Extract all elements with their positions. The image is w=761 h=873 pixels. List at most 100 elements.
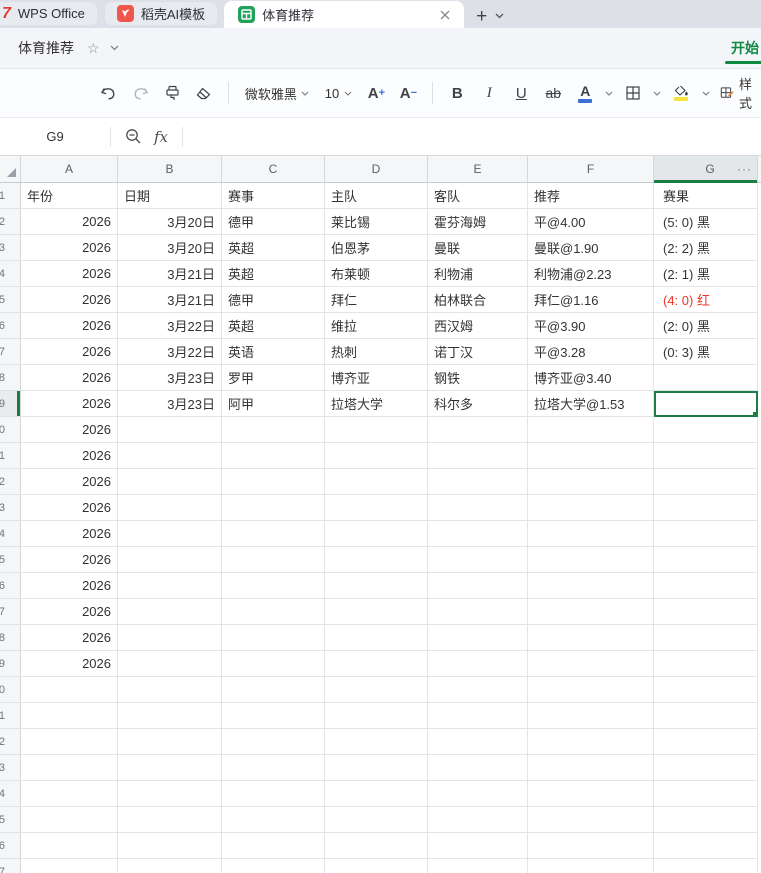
cell[interactable]: 主队 xyxy=(325,183,428,209)
cell[interactable]: (5: 0) 黑 xyxy=(654,209,758,235)
cell[interactable] xyxy=(428,547,528,573)
cell[interactable]: (0: 3) 黑 xyxy=(654,339,758,365)
cell[interactable] xyxy=(118,469,222,495)
cell[interactable] xyxy=(222,547,325,573)
undo-icon[interactable] xyxy=(94,78,122,108)
cell[interactable] xyxy=(21,807,118,833)
cell[interactable]: 英超 xyxy=(222,313,325,339)
cell[interactable] xyxy=(118,703,222,729)
cell[interactable] xyxy=(528,781,654,807)
cell[interactable] xyxy=(428,651,528,677)
cell[interactable]: 2026 xyxy=(21,209,118,235)
cell[interactable] xyxy=(654,859,758,873)
tab-wps-office[interactable]: 7 WPS Office xyxy=(0,2,97,25)
cell[interactable] xyxy=(118,625,222,651)
close-tab-icon[interactable] xyxy=(436,6,454,24)
font-color-chevron-icon[interactable] xyxy=(603,78,615,108)
cell[interactable] xyxy=(654,703,758,729)
cell[interactable] xyxy=(325,469,428,495)
cell[interactable]: 2026 xyxy=(21,651,118,677)
cell[interactable]: 拜仁@1.16 xyxy=(528,287,654,313)
cell[interactable] xyxy=(528,469,654,495)
cell[interactable] xyxy=(528,521,654,547)
cell[interactable] xyxy=(654,625,758,651)
cell[interactable] xyxy=(428,755,528,781)
decrease-font-size-icon[interactable]: A − xyxy=(394,78,422,108)
cell[interactable] xyxy=(222,651,325,677)
cell[interactable] xyxy=(528,417,654,443)
cell[interactable] xyxy=(528,703,654,729)
cell[interactable] xyxy=(222,625,325,651)
cell[interactable]: 平@4.00 xyxy=(528,209,654,235)
cell[interactable] xyxy=(222,521,325,547)
cell[interactable] xyxy=(654,651,758,677)
cell[interactable]: 2026 xyxy=(21,261,118,287)
cell[interactable]: (2: 0) 黑 xyxy=(654,313,758,339)
cell[interactable] xyxy=(222,417,325,443)
cell[interactable]: 3月21日 xyxy=(118,261,222,287)
cell[interactable]: 利物浦@2.23 xyxy=(528,261,654,287)
select-all-corner[interactable] xyxy=(0,156,21,182)
row-header[interactable]: 25 xyxy=(0,807,21,833)
cell[interactable] xyxy=(325,547,428,573)
cell[interactable] xyxy=(118,729,222,755)
cell[interactable] xyxy=(118,417,222,443)
cell[interactable] xyxy=(428,781,528,807)
row-header[interactable]: 5 xyxy=(0,287,21,313)
file-menu-chevron-icon[interactable] xyxy=(110,45,119,51)
row-header[interactable]: 13 xyxy=(0,495,21,521)
cell[interactable] xyxy=(222,495,325,521)
cell[interactable] xyxy=(428,521,528,547)
cell[interactable]: 维拉 xyxy=(325,313,428,339)
column-header-a[interactable]: A xyxy=(21,156,118,182)
cell[interactable] xyxy=(325,495,428,521)
cell[interactable]: 2026 xyxy=(21,235,118,261)
font-name-select[interactable]: 微软雅黑 xyxy=(239,79,315,107)
cell[interactable] xyxy=(428,443,528,469)
cell[interactable] xyxy=(654,495,758,521)
row-header[interactable]: 10 xyxy=(0,417,21,443)
cell[interactable]: 伯恩茅 xyxy=(325,235,428,261)
cell[interactable]: 诺丁汉 xyxy=(428,339,528,365)
cell[interactable] xyxy=(654,417,758,443)
row-header[interactable]: 14 xyxy=(0,521,21,547)
cell[interactable] xyxy=(528,833,654,859)
row-header[interactable]: 6 xyxy=(0,313,21,339)
cell[interactable] xyxy=(118,859,222,873)
cell[interactable] xyxy=(222,677,325,703)
redo-icon[interactable] xyxy=(126,78,154,108)
cell[interactable] xyxy=(654,547,758,573)
cell[interactable]: 热刺 xyxy=(325,339,428,365)
cell[interactable] xyxy=(428,573,528,599)
cell[interactable]: (2: 1) 黑 xyxy=(654,261,758,287)
cell[interactable] xyxy=(222,833,325,859)
fill-color-button[interactable] xyxy=(667,78,695,108)
cell[interactable]: 2026 xyxy=(21,391,118,417)
row-header[interactable]: 8 xyxy=(0,365,21,391)
column-header-d[interactable]: D xyxy=(325,156,428,182)
cell[interactable]: 2026 xyxy=(21,417,118,443)
cell[interactable] xyxy=(428,495,528,521)
cell[interactable] xyxy=(21,755,118,781)
cell[interactable] xyxy=(222,469,325,495)
cell[interactable]: 罗甲 xyxy=(222,365,325,391)
row-header[interactable]: 26 xyxy=(0,833,21,859)
new-tab-button[interactable]: + xyxy=(476,7,487,26)
cell[interactable]: 2026 xyxy=(21,443,118,469)
cell[interactable]: 平@3.90 xyxy=(528,313,654,339)
row-header[interactable]: 23 xyxy=(0,755,21,781)
cell[interactable] xyxy=(222,807,325,833)
cell[interactable] xyxy=(325,417,428,443)
row-header[interactable]: 18 xyxy=(0,625,21,651)
cell[interactable] xyxy=(21,859,118,873)
column-header-e[interactable]: E xyxy=(428,156,528,182)
cell[interactable]: 日期 xyxy=(118,183,222,209)
cell[interactable] xyxy=(325,833,428,859)
tab-sports-sheet[interactable]: 体育推荐 xyxy=(224,1,465,28)
cell[interactable] xyxy=(325,443,428,469)
cell[interactable] xyxy=(21,729,118,755)
cell[interactable] xyxy=(118,781,222,807)
column-header-c[interactable]: C xyxy=(222,156,325,182)
cell[interactable]: 2026 xyxy=(21,287,118,313)
row-header[interactable]: 27 xyxy=(0,859,21,873)
